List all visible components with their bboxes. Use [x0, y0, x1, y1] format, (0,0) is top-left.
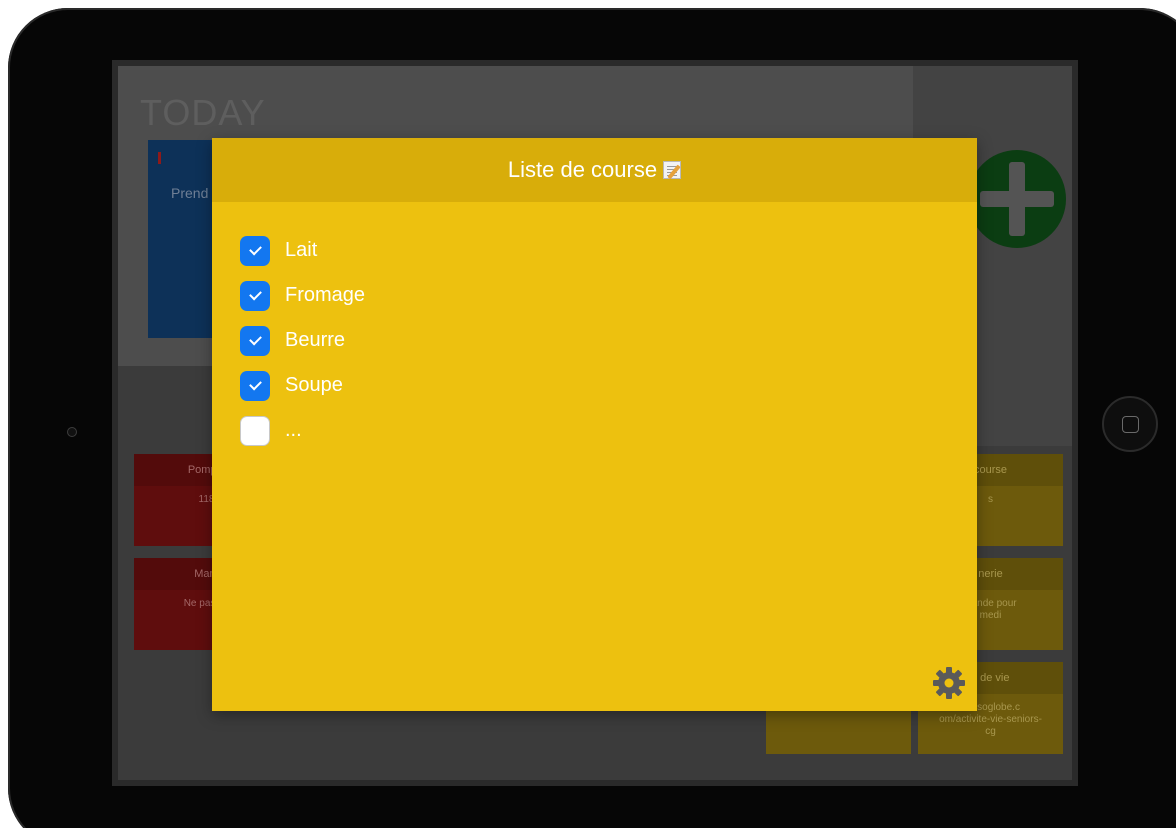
checkbox-checked[interactable]	[240, 370, 270, 401]
shopping-list-modal: Liste de course Lait Fromage Beurre Soup…	[212, 138, 977, 711]
list-item[interactable]: Beurre	[240, 318, 977, 363]
new-item-placeholder[interactable]: ...	[285, 419, 302, 442]
modal-header: Liste de course	[212, 138, 977, 202]
check-icon	[248, 287, 262, 301]
home-button[interactable]	[1102, 396, 1158, 452]
check-icon	[248, 332, 262, 346]
camera-icon	[67, 427, 77, 437]
checkbox-unchecked[interactable]	[240, 415, 270, 446]
list-item[interactable]: Lait	[240, 228, 977, 273]
item-label: Fromage	[285, 284, 366, 306]
check-icon	[248, 242, 262, 256]
list-item[interactable]: Soupe	[240, 363, 977, 408]
priority-mark	[158, 152, 161, 164]
checklist: Lait Fromage Beurre Soupe ...	[212, 202, 977, 453]
add-button[interactable]	[968, 150, 1066, 248]
checkbox-checked[interactable]	[240, 325, 270, 356]
list-item[interactable]: ...	[240, 408, 977, 453]
checkbox-checked[interactable]	[240, 280, 270, 311]
check-icon	[248, 377, 262, 391]
item-label: Lait	[285, 239, 318, 261]
today-title: TODAY	[140, 92, 266, 133]
item-label: Beurre	[285, 329, 346, 351]
plus-icon-vertical	[1009, 162, 1025, 236]
reminder-card-text: Prend	[171, 185, 209, 201]
memo-icon	[663, 161, 682, 179]
list-item[interactable]: Fromage	[240, 273, 977, 318]
modal-title: Liste de course	[507, 157, 658, 182]
item-label: Soupe	[285, 374, 343, 396]
gear-icon[interactable]	[931, 665, 967, 701]
checkbox-checked[interactable]	[240, 235, 270, 266]
home-square-icon	[1122, 416, 1139, 433]
